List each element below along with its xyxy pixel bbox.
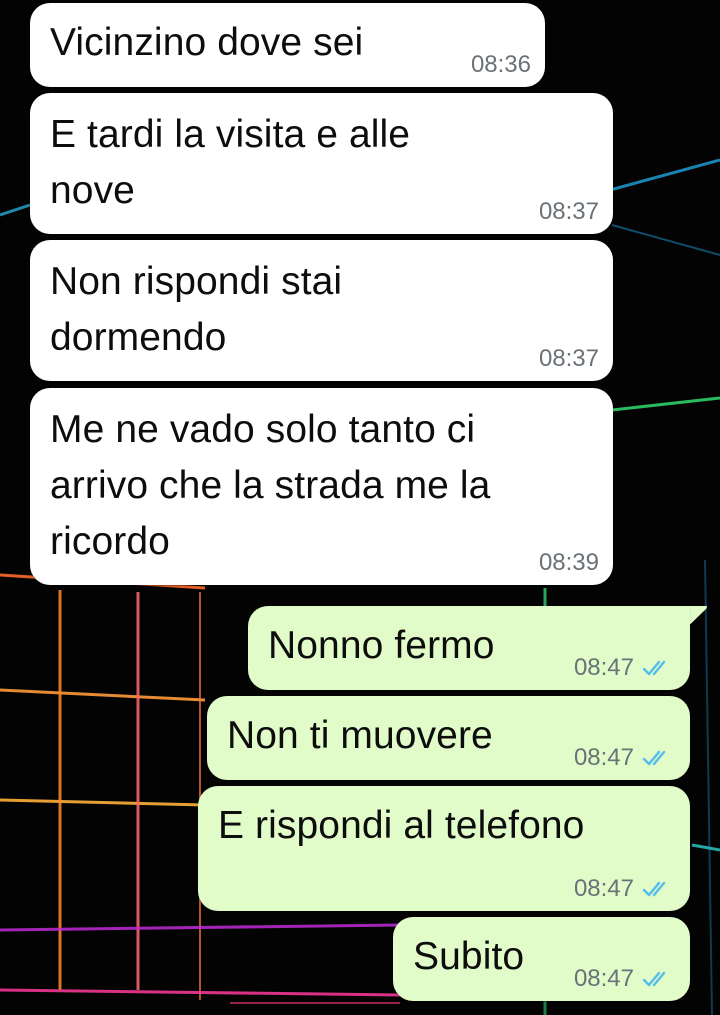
incoming-message-bubble[interactable]: Non rispondi stai dormendo 08:37 <box>30 240 613 381</box>
message-timestamp: 08:37 <box>538 345 599 372</box>
message-timestamp: 08:37 <box>538 198 599 225</box>
outgoing-message-bubble[interactable]: Nonno fermo 08:47 <box>248 606 690 690</box>
double-check-icon <box>642 750 666 766</box>
message-text: Nonno fermo <box>268 624 495 667</box>
message-text: Vicinzino dove sei <box>50 21 364 64</box>
message-timestamp: 08:47 <box>573 744 634 771</box>
message-timestamp: 08:39 <box>538 549 599 576</box>
double-check-icon <box>642 881 666 897</box>
incoming-message-bubble[interactable]: E tardi la visita e alle nove 08:37 <box>30 93 613 234</box>
double-check-icon <box>642 660 666 676</box>
message-text: Non rispondi stai dormendo <box>50 260 343 359</box>
message-text: E tardi la visita e alle nove <box>50 113 411 212</box>
incoming-message-bubble[interactable]: Vicinzino dove sei 08:36 <box>30 3 545 87</box>
message-text: Subito <box>413 935 525 978</box>
outgoing-message-bubble[interactable]: Non ti muovere 08:47 <box>207 696 690 780</box>
message-timestamp: 08:47 <box>573 965 634 992</box>
message-timestamp: 08:47 <box>573 654 634 681</box>
outgoing-message-bubble[interactable]: E rispondi al telefono 08:47 <box>198 786 690 911</box>
incoming-message-bubble[interactable]: Me ne vado solo tanto ci arrivo che la s… <box>30 388 613 585</box>
message-text: Me ne vado solo tanto ci arrivo che la s… <box>50 408 491 563</box>
message-text: E rispondi al telefono <box>218 804 585 847</box>
double-check-icon <box>642 971 666 987</box>
outgoing-message-bubble[interactable]: Subito 08:47 <box>393 917 690 1001</box>
message-timestamp: 08:36 <box>470 51 531 78</box>
message-text: Non ti muovere <box>227 714 493 757</box>
message-timestamp: 08:47 <box>573 875 634 902</box>
